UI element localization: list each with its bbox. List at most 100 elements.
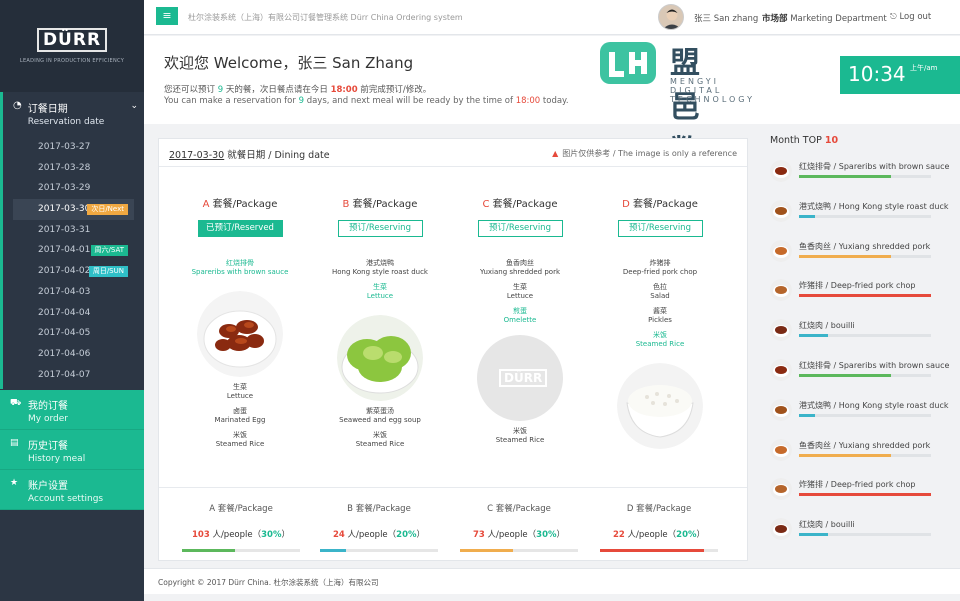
stat-count: 73 xyxy=(472,530,485,540)
stat-close: ） xyxy=(416,530,426,540)
sidebar-date-item[interactable]: 2017-04-02 周日/SUN xyxy=(13,261,134,282)
stat-label: B 套餐/Package xyxy=(347,504,411,514)
sidebar-date-item[interactable]: 2017-04-06 xyxy=(13,344,134,365)
dish-name-cn: 卤蛋 xyxy=(233,407,247,415)
nav-reservation[interactable]: ◔ 订餐日期 Reservation date ⌄ 2017-03-27 2017… xyxy=(0,92,144,390)
package-label: 套餐/Package xyxy=(492,199,558,210)
date-badge: 周日/SUN xyxy=(88,266,128,278)
top10-item[interactable]: 红烧排骨 / Spareribs with brown sauce xyxy=(770,354,950,394)
package-stat: B 套餐/Package 24 人/people（20%） xyxy=(319,502,439,552)
dish-name-en: Steamed Rice xyxy=(355,440,405,448)
sidebar-date-item[interactable]: 2017-04-07 xyxy=(13,365,134,386)
reserve-button[interactable]: 预订/Reserving xyxy=(337,220,423,237)
sidebar-date-item[interactable]: 2017-04-05 xyxy=(13,323,134,344)
sidebar-date-item[interactable]: 2017-04-01 周六/SAT xyxy=(13,240,134,261)
dish-name-en: Marinated Egg xyxy=(214,416,266,424)
top10-item[interactable]: 炸猪排 / Deep-fried pork chop xyxy=(770,274,950,314)
top10-item[interactable]: 红烧排骨 / Spareribs with brown sauce xyxy=(770,155,950,195)
dish-thumbnail xyxy=(770,199,792,222)
stat-count: 103 xyxy=(191,530,210,540)
reserved-button[interactable]: 已预订/Reserved xyxy=(197,220,283,237)
reserve-button[interactable]: 预订/Reserving xyxy=(617,220,703,237)
chevron-down-icon[interactable]: ⌄ xyxy=(130,101,138,111)
top10-progress-bar xyxy=(799,254,931,258)
watermark-en: MENGYI DIGITAL TECHNOLOGY xyxy=(670,77,755,104)
package-column: C 套餐/Package 预订/Reserving 鱼香肉丝 Yuxiang shre… xyxy=(455,167,585,487)
top10-item[interactable]: 红烧肉 / bouilli xyxy=(770,513,950,553)
logout-button[interactable]: ⎋ Log out xyxy=(890,12,931,22)
top10-progress-fill xyxy=(799,453,892,457)
top10-progress-bar xyxy=(799,294,931,298)
package-letter: B xyxy=(342,199,350,210)
package-column: B 套餐/Package 预订/Reserving 港式烧鸭 Hong Kong st… xyxy=(315,167,445,487)
watermark: 盟邑数字科技 MENGYI DIGITAL TECHNOLOGY xyxy=(598,38,752,301)
sidebar-menu-item[interactable]: ▤ 历史订餐 History meal xyxy=(0,430,144,470)
date-label: 2017-04-01 xyxy=(38,245,91,256)
top10-item[interactable]: 炸猪排 / Deep-fried pork chop xyxy=(770,473,950,513)
stat-label: C 套餐/Package xyxy=(487,504,551,514)
sidebar-date-item[interactable]: 2017-04-03 xyxy=(13,282,134,303)
dish-name-en: Omelette xyxy=(503,316,537,324)
top10-progress-bar xyxy=(799,334,931,338)
reserve-button[interactable]: 预订/Reserving xyxy=(477,220,563,237)
stat-pct: 20% xyxy=(676,530,697,540)
dish-thumbnail xyxy=(770,518,792,541)
stat-value: 103 人/people（30%） xyxy=(181,528,301,540)
menu-item-subtitle: Account settings xyxy=(28,494,104,504)
dish-name-en: Seaweed and egg soup xyxy=(339,416,421,424)
top10-item[interactable]: 鱼香肉丝 / Yuxiang shredded pork xyxy=(770,235,950,275)
sidebar-date-item[interactable]: 2017-03-28 xyxy=(13,158,134,179)
top10-progress-fill xyxy=(799,374,892,377)
durr-logo[interactable]: DÜRR xyxy=(36,28,108,52)
system-title: 杜尔涂装系统（上海）有限公司订餐管理系统 Dürr China Ordering… xyxy=(188,13,463,22)
top10-dish-name: 炸猪排 / Deep-fried pork chop xyxy=(799,480,916,490)
topbar: ≡ 杜尔涂装系统（上海）有限公司订餐管理系统 Dürr China Orderi… xyxy=(144,0,960,35)
menu-item-title: 我的订餐 xyxy=(28,401,68,412)
department: 市场部 Marketing Department xyxy=(762,12,887,24)
dish-name-cn: 米饭 xyxy=(513,427,527,435)
top10-item[interactable]: 鱼香肉丝 / Yuxiang shredded pork xyxy=(770,434,950,474)
top10-item[interactable]: 红烧肉 / bouilli xyxy=(770,314,950,354)
top10-item[interactable]: 港式烧鸭 / Hong Kong style roast duck xyxy=(770,394,950,434)
image-note: ▲ 图片仅供参考 / The image is only a reference xyxy=(552,148,737,159)
stat-progress-bar xyxy=(460,549,578,552)
menu-toggle-button[interactable]: ≡ xyxy=(156,7,178,25)
stat-value: 73 人/people（30%） xyxy=(459,528,579,540)
sidebar-date-item[interactable]: 2017-03-31 xyxy=(13,220,134,241)
dish-name-cn: 紫菜蛋汤 xyxy=(366,407,394,415)
dish-name-en: Salad xyxy=(650,292,670,300)
dish-thumbnail xyxy=(770,239,792,262)
clock-icon: ◔ xyxy=(13,100,22,111)
sidebar-date-item[interactable]: 2017-04-04 xyxy=(13,303,134,324)
sidebar-menu-item[interactable]: ⛟ 我的订餐 My order xyxy=(0,390,144,430)
stat-unit: 人/people（ xyxy=(347,530,397,540)
date-label: 2017-04-05 xyxy=(38,328,91,339)
sidebar-date-item[interactable]: 2017-03-27 xyxy=(13,137,134,158)
dish-name-cn: 炸猪排 xyxy=(649,259,671,267)
clock-time: 10:34 xyxy=(848,62,906,86)
sidebar-menu-item[interactable]: ★ 账户设置 Account settings xyxy=(0,470,144,510)
stat-value: 24 人/people（20%） xyxy=(319,528,439,540)
cutoff-time: 18:00 xyxy=(515,96,541,106)
top10-progress-fill xyxy=(799,294,931,298)
sidebar-date-item[interactable]: 2017-03-30 次日/Next xyxy=(13,199,134,220)
top10-progress-fill xyxy=(799,493,931,497)
stat-pct: 30% xyxy=(536,530,557,540)
dish-name-cn: 红烧排骨 xyxy=(226,259,254,267)
stat-label: D 套餐/Package xyxy=(626,504,692,514)
stat-progress-bar xyxy=(182,549,300,552)
sidebar-date-item[interactable]: 2017-03-29 xyxy=(13,178,134,199)
date-badge: 次日/Next xyxy=(87,204,128,216)
top10-dish-name: 红烧排骨 / Spareribs with brown sauce xyxy=(799,361,950,370)
dish-name-cn: 色拉 xyxy=(653,283,667,291)
top10-progress-fill xyxy=(799,334,829,338)
top10-item[interactable]: 港式烧鸭 / Hong Kong style roast duck xyxy=(770,195,950,235)
date-label: 2017-03-31 xyxy=(38,224,91,235)
brand-area: DÜRR LEADING IN PRODUCTION EFFICIENCY xyxy=(0,0,144,92)
text: days, and next meal will be ready by the… xyxy=(306,96,513,106)
dining-date[interactable]: 2017-03-30 xyxy=(169,150,224,161)
avatar[interactable] xyxy=(658,4,684,30)
date-label: 2017-04-04 xyxy=(38,307,91,318)
dish-thumbnail xyxy=(770,319,792,342)
top10-title: Month TOP 10 xyxy=(770,135,838,146)
